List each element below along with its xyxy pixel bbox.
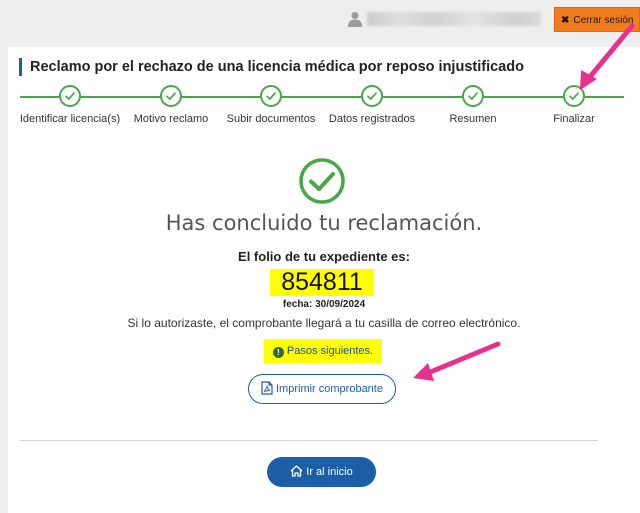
close-icon: ✖ [561,15,570,26]
main-card: Reclamo por el rechazo de una licencia m… [8,47,640,513]
step-4-label: Datos registrados [328,113,416,125]
step-4-circle [361,85,383,107]
user-icon [348,12,362,27]
step-5-label: Resumen [449,113,497,125]
info-icon: ! [272,347,284,358]
check-circle-icon [299,158,345,204]
check-icon [65,92,75,100]
page-title: Reclamo por el rechazo de una licencia m… [30,59,524,75]
folio-number: 854811 [270,269,374,296]
folio-label: El folio de tu expediente es: [238,249,410,264]
step-3-label: Subir documentos [226,113,316,125]
logout-button[interactable]: ✖ Cerrar sesión [554,7,640,32]
next-steps-link[interactable]: ! Pasos siguientes. [264,339,382,363]
email-notice: Si lo autorizaste, el comprobante llegar… [127,316,521,330]
step-2-label: Motivo reclamo [133,113,209,125]
title-accent-bar [19,58,22,76]
print-receipt-button[interactable]: Imprimir comprobante [248,374,396,404]
step-1-label: Identificar licencia(s) [19,113,121,125]
step-6-circle [563,85,585,107]
step-5-circle [462,85,484,107]
check-icon [166,92,176,100]
check-icon [468,92,478,100]
home-icon [290,465,303,477]
step-6-label: Finalizar [553,113,595,125]
stepper-line [20,96,624,98]
top-bar: ✖ Cerrar sesión [0,0,640,40]
check-icon [266,92,276,100]
print-label: Imprimir comprobante [276,383,383,395]
divider [20,440,598,441]
user-name-blurred [367,12,541,26]
check-icon [367,92,377,100]
check-icon [569,92,579,100]
step-1-circle [59,85,81,107]
step-3-circle [260,85,282,107]
folio-date: fecha: 30/09/2024 [282,299,366,310]
home-label: Ir al inicio [306,466,353,478]
pdf-icon [261,381,273,395]
home-button[interactable]: Ir al inicio [267,457,376,487]
step-2-circle [160,85,182,107]
logout-label: Cerrar sesión [573,15,634,26]
completion-heading: Has concluido tu reclamación. [165,211,483,235]
next-steps-label: Pasos siguientes. [286,345,374,357]
